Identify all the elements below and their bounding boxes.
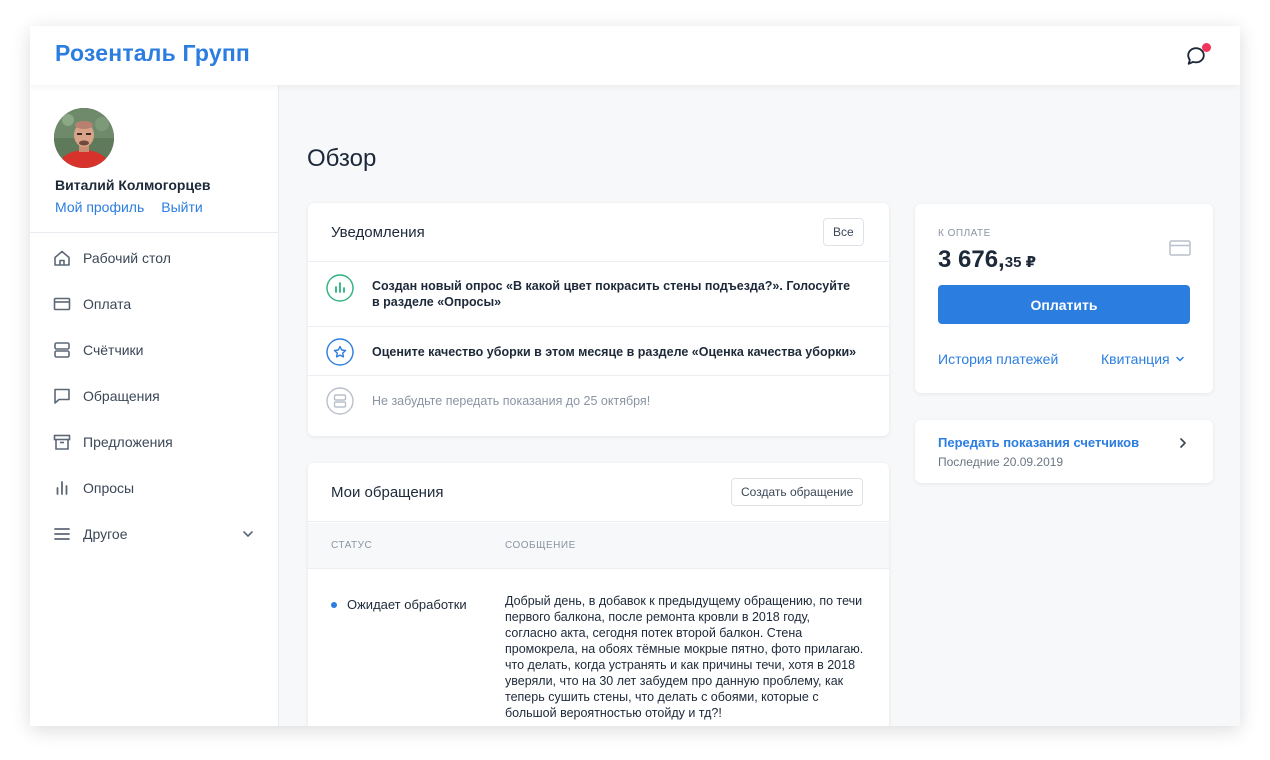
logout-link[interactable]: Выйти [161,199,202,215]
poll-icon [326,274,354,302]
brand-logo[interactable]: Розенталь Групп [55,40,250,67]
chevron-down-icon [243,531,253,537]
sidebar-item-offers[interactable]: Предложения [30,419,279,465]
meter-icon [54,342,70,358]
create-request-button[interactable]: Создать обращение [731,478,864,506]
notification-text: Оцените качество уборки в этом месяце в … [372,345,857,359]
user-name: Виталий Колмогорцев [55,177,211,193]
notification-item[interactable]: Создан новый опрос «В какой цвет покраси… [308,262,889,327]
sidebar-divider [30,232,279,233]
status-dot [331,601,337,608]
profile-links: Мой профиль Выйти [55,199,220,215]
status-cell: Ожидает обработки [331,597,467,612]
sidebar-item-label: Оплата [83,296,132,312]
all-notifications-button[interactable]: Все [823,218,864,246]
message-icon [54,388,70,404]
sidebar-item-payment[interactable]: Оплата [30,281,279,327]
credit-card-icon [53,297,71,311]
notification-item[interactable]: Не забудьте передать показания до 25 окт… [308,376,889,434]
top-bar: Розенталь Групп [30,26,1240,85]
sidebar-item-label: Опросы [83,480,135,496]
payment-label: К ОПЛАТЕ [938,228,991,239]
chevron-down-icon [1175,356,1184,362]
requests-card: Мои обращения Создать обращение СТАТУС С… [308,463,889,726]
amount-main: 3 676, [938,246,1005,273]
bar-chart-icon [56,481,68,495]
star-icon [326,338,354,366]
column-header-status: СТАТУС [331,540,373,551]
notification-item[interactable]: Оцените качество уборки в этом месяце в … [308,327,889,376]
sidebar-item-label: Предложения [83,434,173,450]
payment-history-label: История платежей [938,351,1059,367]
page-title: Обзор [307,145,377,172]
notification-dot [1202,43,1211,52]
avatar[interactable] [54,108,114,168]
expand-toggle[interactable] [241,527,255,541]
message-cell: Добрый день, в добавок к предыдущему обр… [505,594,864,720]
archive-icon [53,434,71,450]
requests-title: Мои обращения [331,484,444,501]
receipt-dropdown[interactable]: Квитанция [1101,351,1185,367]
notification-text: Не забудьте передать показания до 25 окт… [372,394,651,408]
sidebar-item-other[interactable]: Другое [30,511,279,557]
credit-card-icon [1169,240,1191,256]
home-icon [54,250,70,266]
receipt-label: Квитанция [1101,351,1170,367]
sidebar: Виталий Колмогорцев Мой профиль Выйти Раб… [30,85,279,726]
notifications-card: Уведомления Все Создан новый опрос «В ка… [308,203,889,436]
sidebar-nav: Рабочий стол Оплата Счётчики Обращения П… [30,235,279,557]
pay-button[interactable]: Оплатить [938,285,1190,324]
sidebar-item-dashboard[interactable]: Рабочий стол [30,235,279,281]
meter-icon [326,387,354,415]
chevron-right-icon [1177,436,1189,448]
status-text: Ожидает обработки [347,597,467,612]
notifications-title: Уведомления [331,224,425,241]
sidebar-item-meters[interactable]: Счётчики [30,327,279,373]
notification-text: Создан новый опрос «В какой цвет покраси… [372,279,851,309]
submit-meters-title: Передать показания счетчиков [938,435,1140,450]
chat-button[interactable] [1185,43,1211,69]
payment-history-link[interactable]: История платежей [938,351,1058,367]
sidebar-item-label: Другое [83,526,128,542]
sidebar-item-requests[interactable]: Обращения [30,373,279,419]
last-submission-date: Последние 20.09.2019 [938,455,1064,469]
submit-meters-card[interactable]: Передать показания счетчиков Последние 2… [915,420,1213,483]
payment-card: К ОПЛАТЕ 3 676,35 ₽ Оплатить История пла… [915,204,1213,393]
payment-amount: 3 676,35 ₽ [938,246,1036,274]
sidebar-item-polls[interactable]: Опросы [30,465,279,511]
column-header-message: СООБЩЕНИЕ [505,540,576,551]
notifications-header: Уведомления Все [308,203,889,262]
table-header: СТАТУС СООБЩЕНИЕ [308,523,889,569]
sidebar-item-label: Рабочий стол [83,250,171,266]
sidebar-item-label: Обращения [83,388,160,404]
menu-icon [54,528,70,540]
user-photo [54,108,114,168]
my-profile-link[interactable]: Мой профиль [55,199,144,215]
app-window: Розенталь Групп Виталий Колмогорцев Мой … [30,26,1240,726]
amount-cents: 35 ₽ [1004,254,1037,271]
sidebar-item-label: Счётчики [83,342,144,358]
requests-header: Мои обращения Создать обращение [308,463,889,522]
